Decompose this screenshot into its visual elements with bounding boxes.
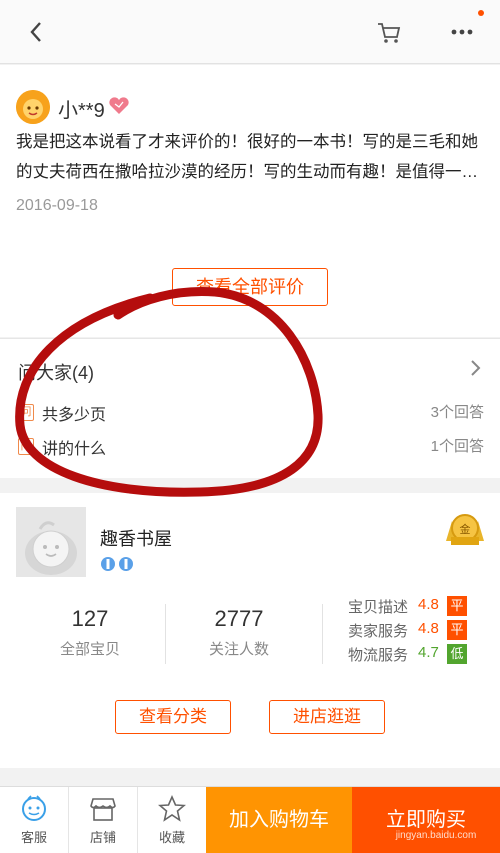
stat-followers[interactable]: 2777 关注人数 <box>194 606 284 659</box>
score-label: 卖家服务 <box>348 623 409 640</box>
stat-value: 2777 <box>214 606 264 631</box>
customer-service-icon <box>22 795 46 821</box>
score-value: 4.8 <box>418 620 439 637</box>
question-icon: 问 <box>18 404 34 421</box>
question-text: 共多少页 <box>42 407 107 424</box>
stat-value: 127 <box>71 606 109 631</box>
view-all-reviews-button[interactable]: 查看全部评价 <box>172 268 328 306</box>
user-avatar <box>16 90 50 124</box>
top-nav-bar <box>0 0 500 64</box>
visit-shop-button[interactable]: 进店逛逛 <box>269 700 385 734</box>
watermark-text: jingyan.baidu.com <box>395 830 477 841</box>
score-value: 4.8 <box>418 596 439 613</box>
stat-all-items[interactable]: 127 全部宝贝 <box>45 606 135 659</box>
tab-label: 客服 <box>20 830 47 845</box>
score-label: 物流服务 <box>348 647 409 664</box>
review-date: 2016-09-18 <box>16 197 98 214</box>
shop-name[interactable]: 趣香书屋 <box>100 525 172 551</box>
stat-label: 全部宝贝 <box>59 641 120 658</box>
answer-count: 3个回答 <box>430 404 484 421</box>
score-tag: 平 <box>447 596 467 616</box>
ask-everyone-section[interactable]: 问大家(4) 问 共多少页 3个回答 问 讲的什么 1个回答 <box>0 338 500 478</box>
score-label: 宝贝描述 <box>348 599 409 616</box>
favorite-tab[interactable]: 收藏 <box>138 787 206 853</box>
more-options-icon[interactable] <box>446 18 478 46</box>
customer-service-tab[interactable]: 客服 <box>0 787 68 853</box>
review-section: 小**9 我是把这本说看了才来评价的！很好的一本书！写的是三毛和她的丈夫荷西在撒… <box>0 65 500 337</box>
add-to-cart-button[interactable]: 加入购物车 <box>206 787 352 853</box>
question-item[interactable]: 问 讲的什么 1个回答 <box>18 435 484 459</box>
tab-label: 店铺 <box>89 830 116 845</box>
chevron-right-icon[interactable] <box>466 357 486 379</box>
divider <box>165 604 166 664</box>
tab-label: 收藏 <box>158 830 185 845</box>
store-tab[interactable]: 店铺 <box>69 787 137 853</box>
view-categories-button[interactable]: 查看分类 <box>115 700 231 734</box>
review-username: 小**9 <box>58 100 105 122</box>
score-row: 卖家服务 4.8 平 <box>348 620 478 642</box>
question-item[interactable]: 问 共多少页 3个回答 <box>18 401 484 425</box>
star-icon <box>158 795 186 822</box>
score-value: 4.7 <box>418 644 439 661</box>
stat-label: 关注人数 <box>208 641 269 658</box>
divider <box>322 604 323 664</box>
score-row: 宝贝描述 4.8 平 <box>348 596 478 618</box>
shop-logo[interactable] <box>16 507 86 577</box>
question-text: 讲的什么 <box>42 441 107 458</box>
ask-title: 问大家(4) <box>18 363 94 383</box>
gold-medal-icon: 金 <box>442 511 488 551</box>
store-icon <box>90 798 116 821</box>
answer-count: 1个回答 <box>430 438 484 455</box>
watermark: jingyan.baidu.com <box>380 804 500 844</box>
shop-section: 趣香书屋 金 127 全部宝贝 2777 关注人数 宝贝描述 4.8 平 卖家服… <box>0 493 500 768</box>
score-tag: 平 <box>447 620 467 640</box>
score-row: 物流服务 4.7 低 <box>348 644 478 666</box>
score-tag: 低 <box>447 644 467 664</box>
medal-label: 金 <box>460 522 471 536</box>
notification-dot <box>478 10 484 16</box>
shop-level-badges <box>100 555 140 573</box>
cart-icon[interactable] <box>372 18 404 46</box>
product-page: 小**9 我是把这本说看了才来评价的！很好的一本书！写的是三毛和她的丈夫荷西在撒… <box>0 0 500 853</box>
back-arrow-icon[interactable] <box>22 18 54 46</box>
heart-badge-icon <box>107 96 131 116</box>
question-icon: 问 <box>18 438 34 455</box>
review-text: 我是把这本说看了才来评价的！很好的一本书！写的是三毛和她的丈夫荷西在撒哈拉沙漠的… <box>16 133 478 181</box>
